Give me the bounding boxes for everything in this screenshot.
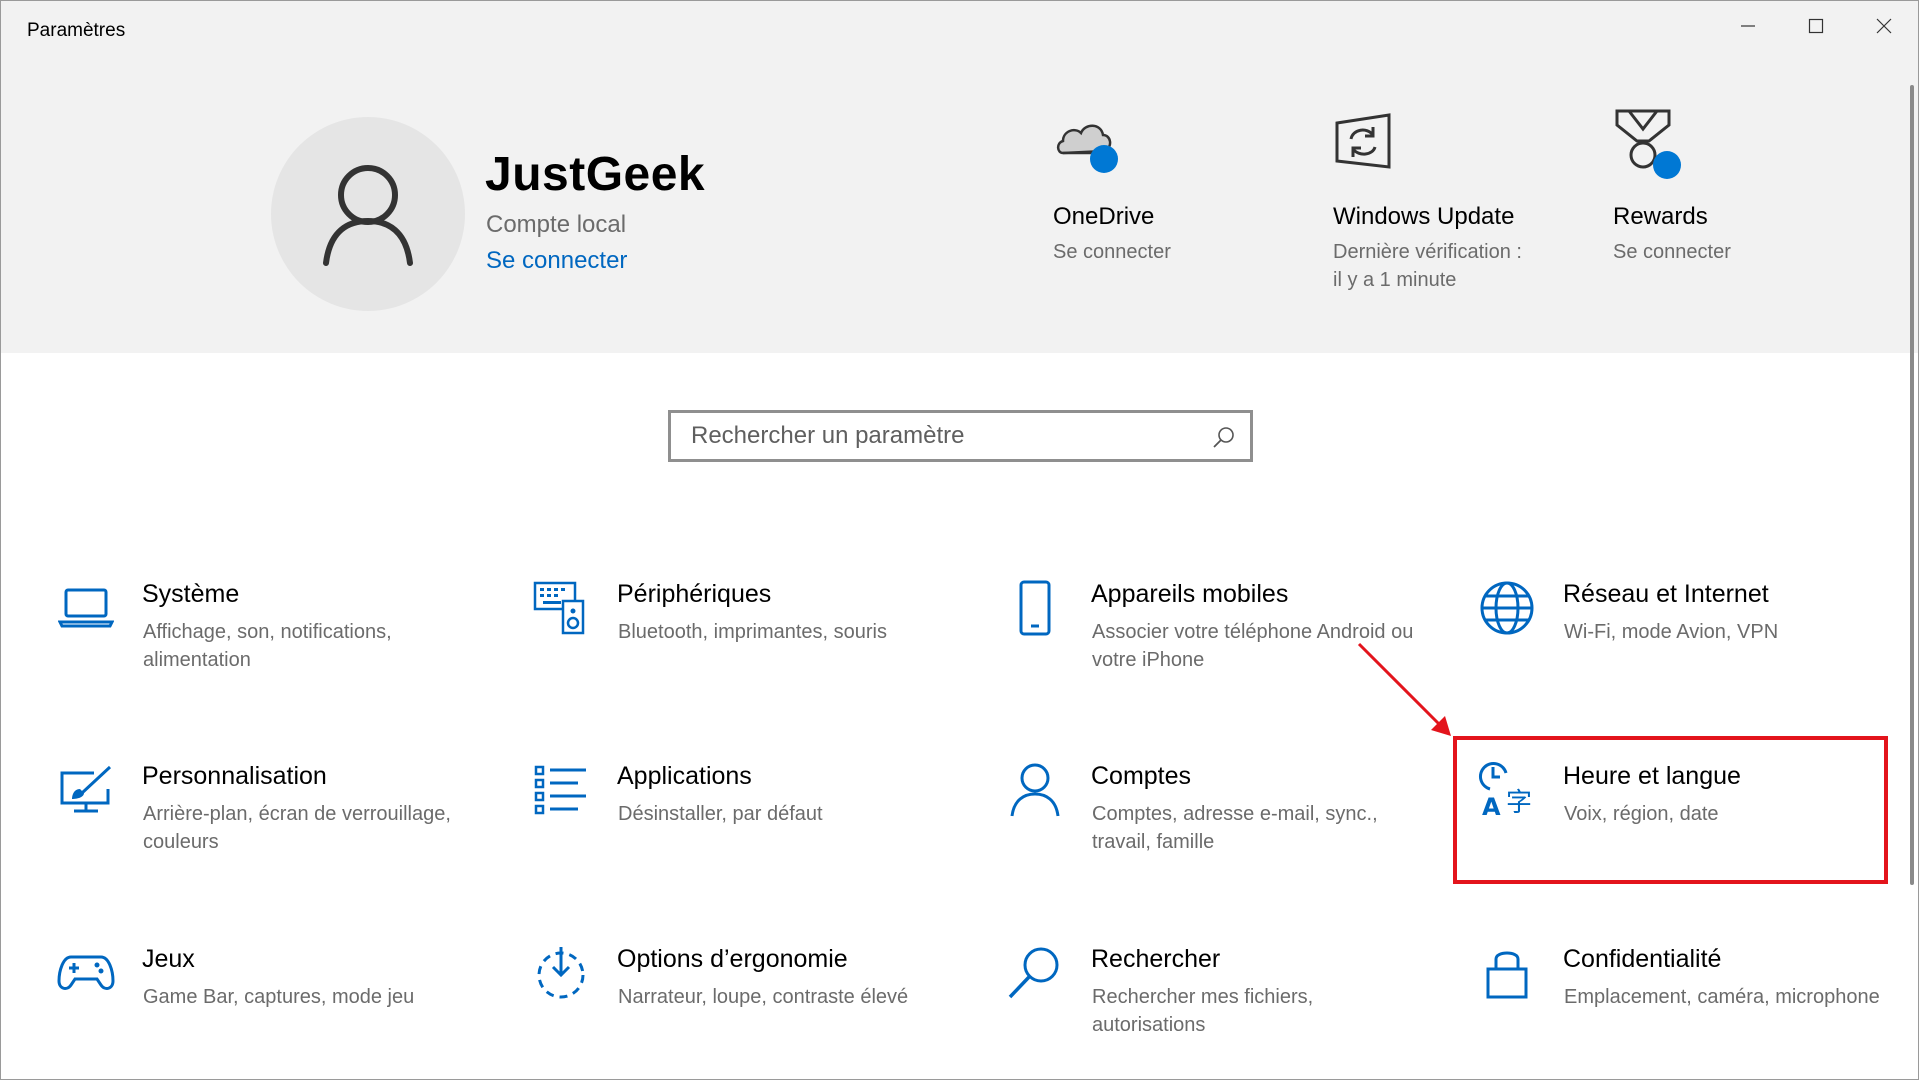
category-network[interactable]: Réseau et Internet Wi-Fi, mode Avion, VP… xyxy=(1477,578,1917,708)
account-type: Compte local xyxy=(486,211,627,238)
close-icon xyxy=(1876,18,1892,34)
quick-link-title: Windows Update xyxy=(1333,203,1515,230)
category-gaming[interactable]: Jeux Game Bar, captures, mode jeu xyxy=(56,943,496,1073)
minimize-button[interactable] xyxy=(1714,1,1782,51)
category-title: Personnalisation xyxy=(142,762,327,790)
category-title: Jeux xyxy=(142,945,195,973)
search-magnifier-icon[interactable] xyxy=(1212,425,1236,449)
category-privacy[interactable]: Confidentialité Emplacement, caméra, mic… xyxy=(1477,943,1917,1073)
user-avatar-icon xyxy=(323,165,413,266)
search-input[interactable] xyxy=(671,413,1250,459)
apps-list-icon xyxy=(534,765,586,815)
quick-link-subtitle: Se connecter xyxy=(1613,241,1731,263)
ease-of-access-icon xyxy=(537,947,585,999)
gamepad-icon xyxy=(57,955,115,990)
svg-text:字: 字 xyxy=(1506,788,1532,818)
settings-search-box[interactable] xyxy=(668,410,1253,462)
maximize-button[interactable] xyxy=(1782,1,1850,51)
category-description: Emplacement, caméra, microphone xyxy=(1564,986,1880,1008)
category-time-language[interactable]: A 字 Heure et langue Voix, région, date xyxy=(1477,760,1917,890)
category-apps[interactable]: Applications Désinstaller, par défaut xyxy=(531,760,971,890)
category-title: Applications xyxy=(617,762,752,790)
category-title: Options d’ergonomie xyxy=(617,945,848,973)
category-title: Rechercher xyxy=(1091,945,1221,973)
category-title: Réseau et Internet xyxy=(1563,580,1769,608)
category-description: Affichage, son, notifications, alimentat… xyxy=(143,621,392,671)
rewards-medal-icon xyxy=(1615,109,1681,179)
close-button[interactable] xyxy=(1850,1,1918,51)
category-description: Désinstaller, par défaut xyxy=(618,803,823,825)
category-system[interactable]: Système Affichage, son, notifications, a… xyxy=(56,578,496,708)
laptop-icon xyxy=(58,588,114,628)
category-description: Narrateur, loupe, contraste élevé xyxy=(618,986,909,1008)
minimize-icon xyxy=(1741,25,1755,27)
vertical-scrollbar[interactable] xyxy=(1910,85,1914,885)
svg-text:A: A xyxy=(1482,793,1501,819)
search-icon xyxy=(1008,947,1059,999)
category-title: Confidentialité xyxy=(1563,945,1722,973)
category-title: Périphériques xyxy=(617,580,772,608)
category-title: Système xyxy=(142,580,240,608)
account-connect-link[interactable]: Se connecter xyxy=(486,247,627,275)
category-description: Rechercher mes fichiers, autorisations xyxy=(1092,986,1314,1036)
avatar[interactable] xyxy=(271,117,465,311)
quick-link-title: Rewards xyxy=(1613,203,1708,230)
lock-icon xyxy=(1486,951,1528,999)
maximize-icon xyxy=(1808,18,1824,34)
category-ease-of-access[interactable]: Options d’ergonomie Narrateur, loupe, co… xyxy=(531,943,971,1073)
windows-update-icon xyxy=(1335,113,1391,169)
category-devices[interactable]: Périphériques Bluetooth, imprimantes, so… xyxy=(531,578,971,708)
devices-icon xyxy=(533,581,585,635)
time-language-icon: A 字 xyxy=(1478,761,1532,819)
person-icon xyxy=(1010,763,1060,817)
category-search[interactable]: Rechercher Rechercher mes fichiers, auto… xyxy=(1005,943,1445,1073)
category-title: Comptes xyxy=(1091,762,1192,790)
personalization-icon xyxy=(60,765,112,813)
category-description: Comptes, adresse e-mail, sync., travail,… xyxy=(1092,803,1378,853)
globe-icon xyxy=(1480,581,1534,635)
category-accounts[interactable]: Comptes Comptes, adresse e-mail, sync., … xyxy=(1005,760,1445,890)
onedrive-cloud-icon xyxy=(1056,124,1118,173)
quick-link-subtitle: Se connecter xyxy=(1053,241,1171,263)
settings-window: Paramètres JustGeek Compte local Se conn… xyxy=(0,0,1919,1080)
window-title: Paramètres xyxy=(27,20,126,41)
category-description: Bluetooth, imprimantes, souris xyxy=(618,621,888,643)
category-description: Arrière-plan, écran de verrouillage, cou… xyxy=(143,803,451,853)
category-title: Heure et langue xyxy=(1563,762,1741,790)
category-description: Voix, région, date xyxy=(1564,803,1719,825)
category-description: Wi-Fi, mode Avion, VPN xyxy=(1564,621,1779,643)
quick-link-title: OneDrive xyxy=(1053,203,1155,230)
category-title: Appareils mobiles xyxy=(1091,580,1289,608)
quick-link-subtitle: Dernière vérification : il y a 1 minute xyxy=(1333,241,1522,291)
title-bar: Paramètres xyxy=(1,1,1918,59)
account-name: JustGeek xyxy=(485,148,706,201)
category-description: Associer votre téléphone Android ou votr… xyxy=(1092,621,1414,671)
phone-icon xyxy=(1019,580,1051,636)
category-mobile-devices[interactable]: Appareils mobiles Associer votre télépho… xyxy=(1005,578,1445,708)
account-header: JustGeek Compte local Se connecter OneDr… xyxy=(1,59,1918,353)
category-personalization[interactable]: Personnalisation Arrière-plan, écran de … xyxy=(56,760,496,890)
category-description: Game Bar, captures, mode jeu xyxy=(143,986,415,1008)
